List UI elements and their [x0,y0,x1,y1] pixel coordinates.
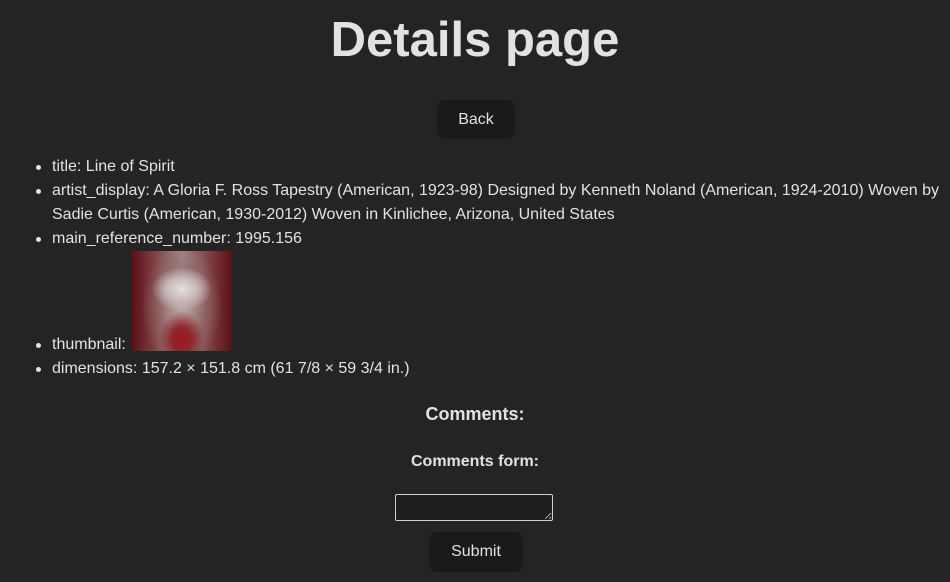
thumbnail-label: thumbnail: [52,336,126,353]
detail-main-reference-number: main_reference_number: 1995.156 [36,227,942,251]
page-title: Details page [330,13,620,67]
comment-input[interactable] [395,494,553,521]
back-button[interactable]: Back [437,100,515,139]
detail-thumbnail: thumbnail: [36,251,942,357]
detail-dimensions: dimensions: 157.2 × 151.8 cm (61 7/8 × 5… [36,357,942,381]
comments-heading: Comments: [425,404,525,424]
thumbnail-image [132,251,232,351]
submit-button[interactable]: Submit [429,532,523,572]
detail-title: title: Line of Spirit [36,155,942,179]
detail-artist-display: artist_display: A Gloria F. Ross Tapestr… [36,179,942,227]
details-list: title: Line of Spirit artist_display: A … [36,155,942,381]
comments-form-heading: Comments form: [410,453,539,470]
